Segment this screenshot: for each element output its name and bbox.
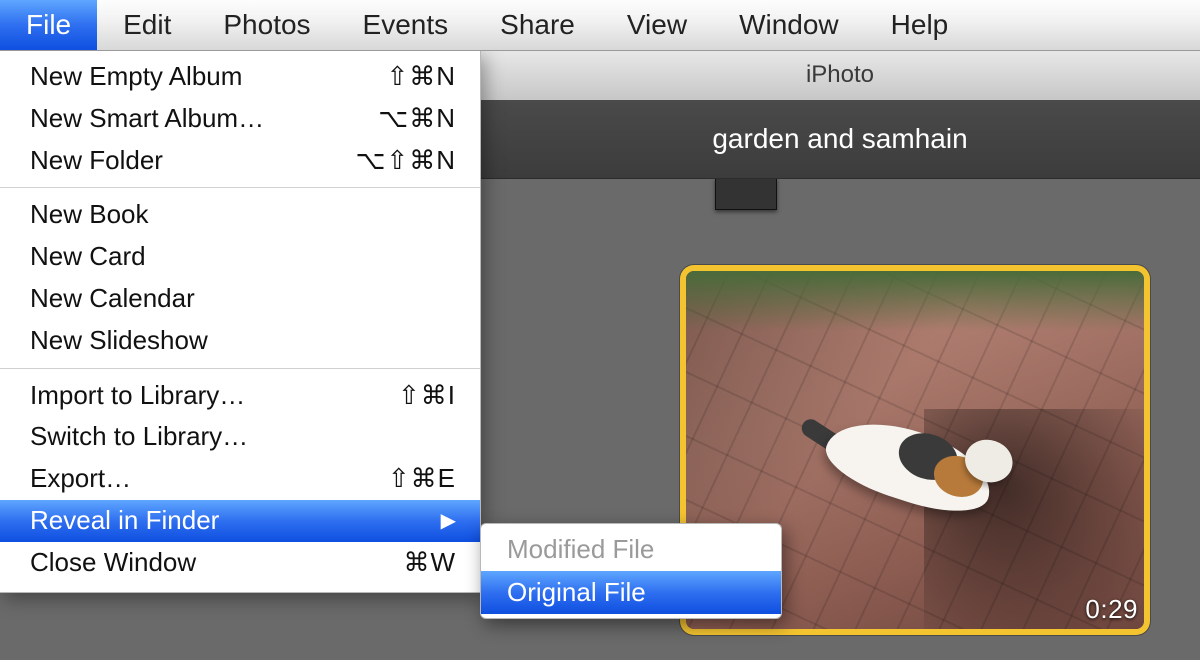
menu-item-new-calendar[interactable]: New Calendar	[0, 278, 480, 320]
submenu-label: Modified File	[507, 534, 654, 564]
menu-item-new-empty-album[interactable]: New Empty Album ⇧⌘N	[0, 56, 480, 98]
menubar-label: File	[26, 9, 71, 41]
menu-label: New Calendar	[30, 282, 195, 316]
menu-label: New Slideshow	[30, 324, 208, 358]
menubar-item-photos[interactable]: Photos	[197, 0, 336, 50]
menu-item-new-smart-album[interactable]: New Smart Album… ⌥⌘N	[0, 98, 480, 140]
menubar-item-window[interactable]: Window	[713, 0, 865, 50]
menu-item-reveal-in-finder[interactable]: Reveal in Finder ▶	[0, 500, 480, 542]
menubar-label: Events	[363, 9, 449, 41]
event-header: garden and samhain	[480, 100, 1200, 179]
mini-thumbnail[interactable]	[715, 178, 777, 210]
menu-label: New Card	[30, 240, 146, 274]
menu-separator	[0, 368, 480, 369]
menu-item-new-folder[interactable]: New Folder ⌥⇧⌘N	[0, 140, 480, 182]
menu-item-switch-to-library[interactable]: Switch to Library…	[0, 416, 480, 458]
menubar-label: Photos	[223, 9, 310, 41]
menubar-item-share[interactable]: Share	[474, 0, 601, 50]
submenu-label: Original File	[507, 577, 646, 607]
menu-shortcut: ⌥⇧⌘N	[355, 144, 456, 178]
reveal-in-finder-submenu: Modified File Original File	[480, 523, 782, 619]
menu-separator	[0, 187, 480, 188]
menubar-label: Window	[739, 9, 839, 41]
app-title: iPhoto	[806, 61, 874, 89]
foliage-edge	[686, 271, 1144, 331]
window-titlebar: iPhoto	[480, 50, 1200, 101]
menubar-label: Share	[500, 9, 575, 41]
menubar-label: Edit	[123, 9, 171, 41]
menu-label: New Book	[30, 198, 149, 232]
submenu-item-modified-file: Modified File	[481, 528, 781, 571]
menu-label: Export…	[30, 462, 131, 496]
submenu-item-original-file[interactable]: Original File	[481, 571, 781, 614]
menu-shortcut: ⌘W	[403, 546, 456, 580]
menubar: File Edit Photos Events Share View Windo…	[0, 0, 1200, 51]
menu-shortcut: ⇧⌘E	[388, 462, 456, 496]
thumbnail-strip	[480, 178, 1200, 218]
menu-shortcut: ⇧⌘N	[386, 60, 456, 94]
event-title: garden and samhain	[712, 123, 967, 155]
menubar-item-view[interactable]: View	[601, 0, 713, 50]
submenu-arrow-icon: ▶	[441, 508, 456, 534]
menu-shortcut: ⇧⌘I	[398, 379, 456, 413]
menu-label: Import to Library…	[30, 379, 245, 413]
menu-item-new-card[interactable]: New Card	[0, 236, 480, 278]
menu-shortcut: ⌥⌘N	[378, 102, 456, 136]
menu-item-new-slideshow[interactable]: New Slideshow	[0, 320, 480, 362]
menu-item-close-window[interactable]: Close Window ⌘W	[0, 542, 480, 584]
file-menu: New Empty Album ⇧⌘N New Smart Album… ⌥⌘N…	[0, 50, 481, 593]
menubar-item-help[interactable]: Help	[865, 0, 975, 50]
menubar-item-events[interactable]: Events	[337, 0, 475, 50]
menu-item-new-book[interactable]: New Book	[0, 194, 480, 236]
menu-label: New Folder	[30, 144, 163, 178]
menu-item-export[interactable]: Export… ⇧⌘E	[0, 458, 480, 500]
menu-label: New Smart Album…	[30, 102, 264, 136]
video-duration-badge: 0:29	[1085, 594, 1138, 625]
menu-item-import-to-library[interactable]: Import to Library… ⇧⌘I	[0, 375, 480, 417]
menubar-label: Help	[891, 9, 949, 41]
menubar-label: View	[627, 9, 687, 41]
menubar-item-edit[interactable]: Edit	[97, 0, 197, 50]
menu-label: New Empty Album	[30, 60, 242, 94]
menu-label: Switch to Library…	[30, 420, 248, 454]
menubar-item-file[interactable]: File	[0, 0, 97, 50]
menu-label: Close Window	[30, 546, 196, 580]
menu-label: Reveal in Finder	[30, 504, 219, 538]
